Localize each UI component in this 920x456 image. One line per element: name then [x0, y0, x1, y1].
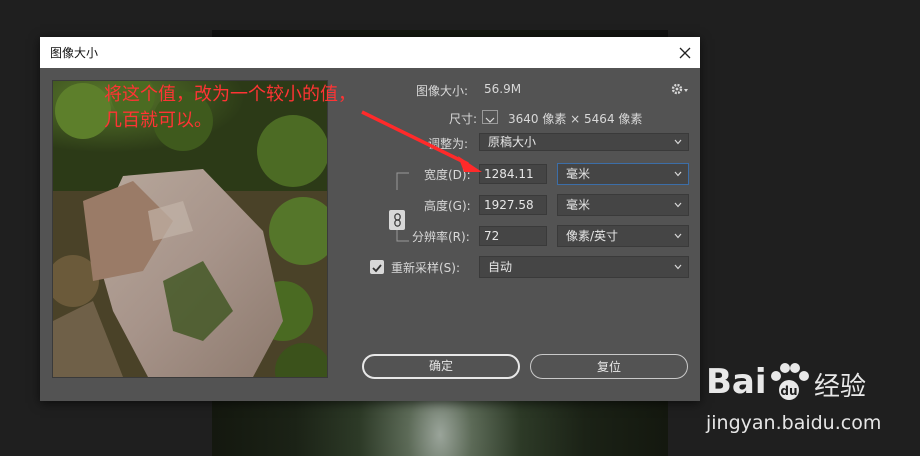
fit-to-value: 原稿大小 [488, 135, 537, 149]
check-icon [372, 264, 382, 273]
dimensions-value: 3640 像素 × 5464 像素 [508, 112, 643, 126]
resolution-unit-select[interactable]: 像素/英寸 [557, 225, 689, 247]
link-icon [393, 213, 401, 227]
height-unit-value: 毫米 [566, 198, 591, 212]
resample-checkbox[interactable] [370, 260, 384, 274]
annotation-text-line2: 几百就可以。 [104, 110, 212, 131]
height-label: 高度(G): [424, 199, 471, 213]
annotation-text-line1: 将这个值，改为一个较小的值， [104, 84, 356, 105]
resolution-label: 分辨率(R): [412, 230, 470, 244]
resample-method-value: 自动 [488, 260, 513, 274]
resolution-input[interactable]: 72 [479, 226, 547, 246]
image-size-label: 图像大小: [416, 84, 469, 98]
height-input[interactable]: 1927.58 [479, 195, 547, 215]
width-unit-select[interactable]: 毫米 [557, 163, 689, 185]
dialog-titlebar: 图像大小 [40, 37, 700, 68]
dialog-title: 图像大小 [50, 46, 99, 60]
constrain-proportions-toggle[interactable] [389, 210, 405, 230]
resolution-unit-value: 像素/英寸 [566, 229, 619, 243]
close-icon [679, 47, 691, 58]
gear-icon[interactable] [670, 81, 690, 97]
reset-button[interactable]: 复位 [530, 354, 688, 379]
chevron-down-icon [674, 233, 682, 239]
close-button[interactable] [670, 37, 700, 68]
paw-icon: du [771, 363, 809, 400]
chevron-down-icon [674, 202, 682, 208]
ok-button[interactable]: 确定 [362, 354, 520, 379]
resample-method-select[interactable]: 自动 [479, 256, 689, 278]
fit-to-select[interactable]: 原稿大小 [479, 133, 689, 151]
svg-text:du: du [780, 384, 797, 398]
resample-label: 重新采样(S): [391, 261, 461, 275]
watermark-url: jingyan.baidu.com [706, 412, 882, 434]
width-unit-value: 毫米 [566, 167, 591, 181]
height-unit-select[interactable]: 毫米 [557, 194, 689, 216]
baidu-jingyan-watermark: Bai du 经验 [706, 360, 876, 414]
width-input[interactable]: 1284.11 [479, 164, 547, 184]
chevron-down-icon [674, 264, 682, 270]
image-size-value: 56.9M [484, 82, 522, 96]
watermark-brand: Bai [706, 362, 767, 402]
annotation-arrow [361, 110, 482, 172]
watermark-suffix: 经验 [814, 372, 867, 402]
chevron-down-icon [674, 171, 682, 177]
chevron-down-icon [674, 139, 682, 145]
